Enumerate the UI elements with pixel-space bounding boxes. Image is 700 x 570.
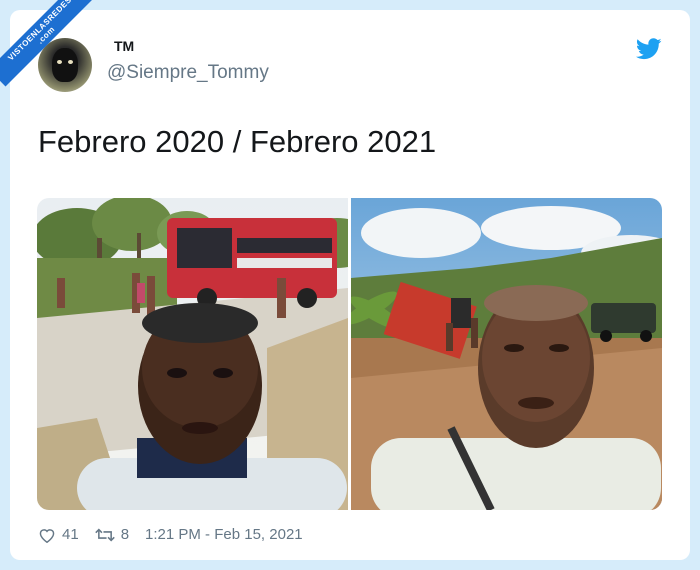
tweet-timestamp[interactable]: 1:21 PM - Feb 15, 2021 (145, 526, 303, 543)
retweet-count: 8 (120, 526, 130, 543)
tweet-text: Febrero 2020 / Febrero 2021 (38, 124, 437, 159)
like-count: 41 (62, 526, 79, 543)
photo-2021[interactable] (351, 198, 662, 510)
twitter-bird-icon[interactable] (636, 38, 662, 60)
like-action[interactable]: 41 (38, 526, 79, 543)
heart-icon (39, 528, 55, 543)
photo-2020[interactable] (37, 198, 348, 510)
retweet-action[interactable]: 8 (94, 526, 130, 543)
photo-2020-image (37, 198, 348, 510)
retweet-icon (94, 528, 115, 541)
tweet-footer: 41 8 1:21 PM - Feb 15, 2021 (38, 526, 303, 543)
avatar[interactable] (38, 38, 92, 92)
user-handle[interactable]: @Siempre_Tommy (107, 62, 269, 84)
display-name[interactable]: TM (114, 38, 134, 54)
photo-2021-image (351, 198, 662, 510)
